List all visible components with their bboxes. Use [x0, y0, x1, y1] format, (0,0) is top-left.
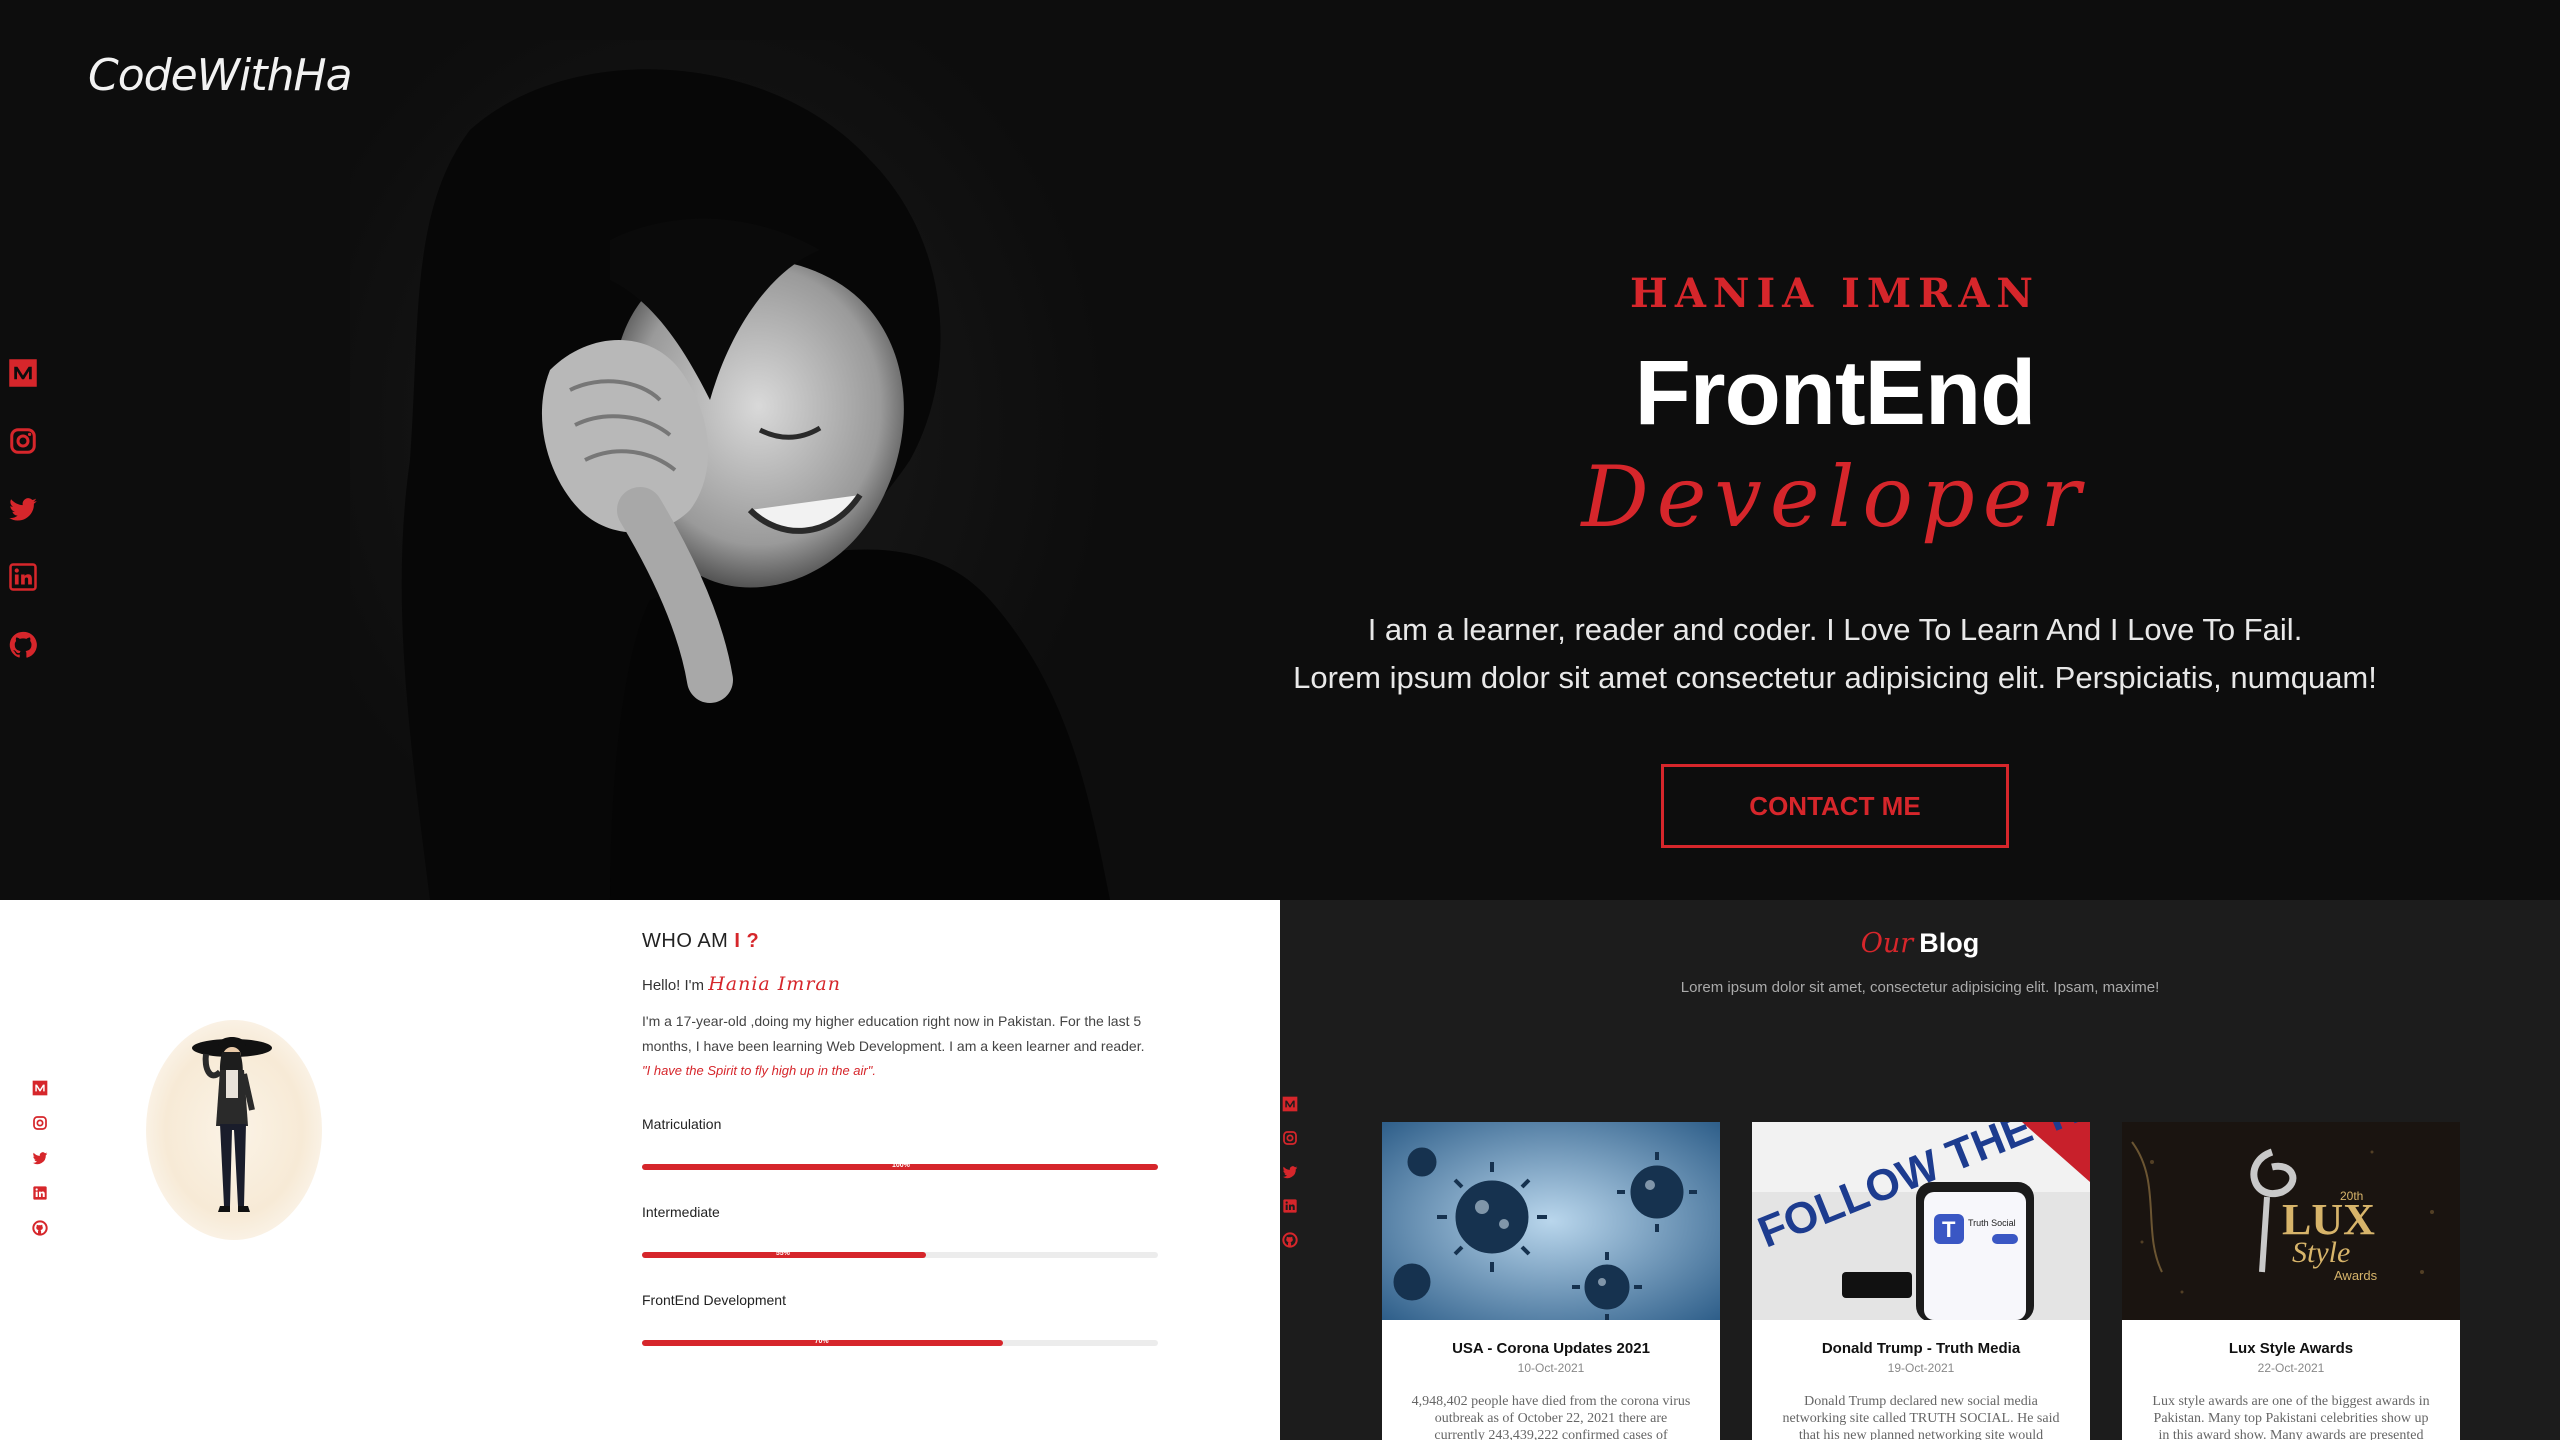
- linkedin-icon[interactable]: [8, 562, 38, 592]
- hello-prefix: Hello! I'm: [642, 977, 705, 994]
- lux-awards-word: Awards: [2334, 1268, 2378, 1283]
- contact-me-button[interactable]: CONTACT ME: [1661, 764, 2009, 848]
- hero-title: FrontEnd: [1634, 342, 2037, 444]
- blog-section: Our Blog Lorem ipsum dolor sit amet, cons…: [1280, 900, 2560, 1440]
- skill-bar: 55%: [642, 1250, 1158, 1258]
- blog-card[interactable]: USA - Corona Updates 2021 10-Oct-2021 4,…: [1382, 1122, 1720, 1440]
- instagram-icon[interactable]: [32, 1115, 48, 1131]
- blog-card-date: 22-Oct-2021: [2257, 1361, 2325, 1375]
- hello-name: Hania Imran: [708, 973, 841, 995]
- skill-percent: 55%: [775, 1250, 790, 1257]
- svg-text:T: T: [1942, 1217, 1956, 1242]
- github-icon[interactable]: [1282, 1232, 1298, 1248]
- github-icon[interactable]: [32, 1220, 48, 1236]
- about-content: WHO AM I ? Hello! I'm Hania Imran I'm a …: [642, 930, 1162, 1346]
- twitter-icon[interactable]: [32, 1150, 48, 1166]
- blog-card-text: 4,948,402 people have died from the coro…: [1411, 1394, 1691, 1440]
- truth-social-image: FOLLOW THE TRUTH T Truth Social: [1752, 1122, 2090, 1320]
- blog-subtitle: Lorem ipsum dolor sit amet, consectetur …: [1680, 979, 2160, 996]
- blog-title: Our Blog: [1280, 928, 2560, 959]
- instagram-icon[interactable]: [1282, 1130, 1298, 1146]
- hero-name: HANIA IMRAN: [1630, 270, 2040, 317]
- blog-card-title[interactable]: USA - Corona Updates 2021: [1382, 1340, 1720, 1357]
- blog-card[interactable]: FOLLOW THE TRUTH T Truth Social Donald T…: [1752, 1122, 2090, 1440]
- github-icon[interactable]: [8, 630, 38, 660]
- skill-percent: 70%: [814, 1338, 829, 1345]
- blog-title-main: Blog: [1919, 928, 1980, 958]
- hero-intro: HANIA IMRAN FrontEnd Developer I am a le…: [1230, 270, 2440, 848]
- blog-title-accent: Our: [1860, 928, 1914, 959]
- medium-icon[interactable]: [8, 358, 38, 388]
- about-bio: I'm a 17-year-old ,doing my higher educa…: [642, 1013, 1145, 1054]
- lux-style-word: Style: [2292, 1236, 2350, 1269]
- hero-description: I am a learner, reader and coder. I Love…: [1230, 606, 2440, 702]
- skill-bar: 70%: [642, 1338, 1158, 1346]
- skill-intermediate: Intermediate 55%: [642, 1204, 1162, 1258]
- skill-frontend: FrontEnd Development 70%: [642, 1292, 1162, 1346]
- about-heading-accent: I ?: [734, 930, 760, 952]
- skill-percent: 100%: [892, 1162, 910, 1169]
- hero-portrait: [350, 40, 1110, 900]
- blog-card[interactable]: 20th LUX Style Awards Lux Style Awards 2…: [2122, 1122, 2460, 1440]
- hero-desc-line-1: I am a learner, reader and coder. I Love…: [1367, 612, 2303, 647]
- lux-awards-image: 20th LUX Style Awards: [2122, 1122, 2460, 1320]
- skill-label: Intermediate: [642, 1204, 720, 1220]
- hero-social-bar: [8, 358, 38, 660]
- blog-header: Our Blog Lorem ipsum dolor sit amet, cons…: [1280, 928, 2560, 996]
- about-section: WHO AM I ? Hello! I'm Hania Imran I'm a …: [0, 900, 1280, 1440]
- instagram-icon[interactable]: [8, 426, 38, 456]
- blog-card-text: Donald Trump declared new social media n…: [1782, 1394, 2060, 1440]
- corona-image: [1382, 1122, 1720, 1320]
- about-heading-prefix: WHO AM: [642, 930, 735, 952]
- skill-matriculation: Matriculation 100%: [642, 1116, 1162, 1170]
- blog-card-text: Lux style awards are one of the biggest …: [2152, 1394, 2430, 1440]
- truth-app-name: Truth Social: [1968, 1218, 2016, 1228]
- linkedin-icon[interactable]: [32, 1185, 48, 1201]
- blog-card-date: 19-Oct-2021: [1887, 1361, 1955, 1375]
- about-hello: Hello! I'm Hania Imran: [642, 973, 1162, 995]
- medium-icon[interactable]: [1282, 1096, 1298, 1112]
- hero-desc-line-2: Lorem ipsum dolor sit amet consectetur a…: [1293, 660, 2377, 695]
- skill-label: Matriculation: [642, 1116, 722, 1132]
- skill-bar: 100%: [642, 1162, 1158, 1170]
- blog-card-date: 10-Oct-2021: [1517, 1361, 1585, 1375]
- twitter-icon[interactable]: [1282, 1164, 1298, 1180]
- hero-subtitle: Developer: [1581, 448, 2089, 546]
- medium-icon[interactable]: [32, 1080, 48, 1096]
- about-social-bar: [32, 1080, 48, 1236]
- about-quote: "I have the Spirit to fly high up in the…: [642, 1063, 876, 1078]
- blog-card-title[interactable]: Lux Style Awards: [2122, 1340, 2460, 1357]
- linkedin-icon[interactable]: [1282, 1198, 1298, 1214]
- blog-cards: USA - Corona Updates 2021 10-Oct-2021 4,…: [1382, 1122, 2460, 1440]
- twitter-icon[interactable]: [8, 494, 38, 524]
- about-heading: WHO AM I ?: [642, 930, 1162, 953]
- about-avatar: [146, 1020, 322, 1240]
- blog-social-bar: [1282, 1096, 1298, 1248]
- blog-card-title[interactable]: Donald Trump - Truth Media: [1752, 1340, 2090, 1357]
- hero-section: CodeWithHanna HANIA IMRAN FrontEnd Devel…: [0, 0, 2560, 900]
- skill-label: FrontEnd Development: [642, 1292, 786, 1308]
